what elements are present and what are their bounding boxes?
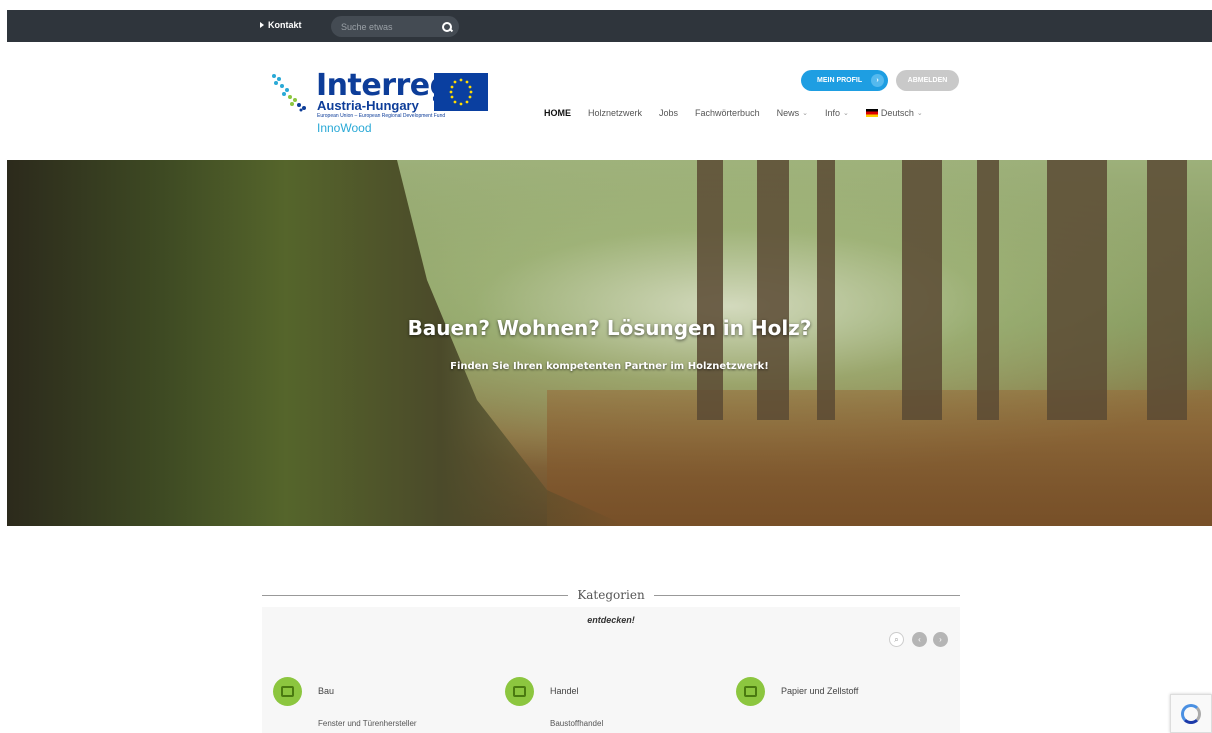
nav-label: Deutsch [880,108,914,118]
category-name[interactable]: Handel [550,686,579,696]
previous-arrow-icon[interactable]: ‹ [912,632,927,647]
tree-trunk [977,160,999,420]
next-arrow-icon[interactable]: › [933,632,948,647]
caret-right-icon [260,22,264,28]
divider [262,595,568,596]
categories-title: Kategorien [577,588,645,602]
nav-item-language[interactable]: Deutsch ⌄ [865,108,923,118]
categories-section: Kategorien entdecken! ⌕ ‹ › Bau Fenster … [262,585,960,733]
tree-trunk [902,160,942,420]
recaptcha-badge[interactable] [1170,694,1212,733]
logo-region: Austria-Hungary [317,98,419,113]
chevron-down-icon: ⌄ [842,110,849,117]
nav-item-news[interactable]: News ⌄ [777,108,808,118]
my-profile-label: MEIN PROFIL [817,77,863,84]
category-name[interactable]: Papier und Zellstoff [781,686,858,696]
nav-item-info[interactable]: Info ⌄ [825,108,849,118]
hero-title: Bauen? Wohnen? Lösungen in Holz? [407,316,812,340]
contact-label: Kontakt [268,20,302,30]
tree-trunk [697,160,723,420]
chevron-down-icon: ⌄ [916,110,923,117]
categories-subtitle: entdecken! [587,615,635,625]
logout-label: ABMELDEN [907,77,948,84]
german-flag-icon [865,109,878,117]
logo-eu-text: European Union – European Regional Devel… [317,113,446,119]
search-icon[interactable] [441,21,452,33]
nav-label: News [776,108,800,118]
forest-floor [547,390,1212,526]
nav-item-jobs[interactable]: Jobs [659,108,678,118]
laptop-icon [736,677,765,706]
nav-label: Info [824,108,840,118]
hero-banner: Bauen? Wohnen? Lösungen in Holz? Finden … [7,160,1212,526]
top-bar: Kontakt [7,10,1212,42]
category-subitem[interactable]: Baustoffhandel [550,719,603,728]
nav-label: Jobs [659,108,679,118]
main-nav: HOME Holznetzwerk Jobs Fachwörterbuch Ne… [544,108,940,118]
contact-link[interactable]: Kontakt [260,20,302,30]
category-name[interactable]: Bau [318,686,334,696]
logo-project: InnoWood [317,121,372,135]
category-subitem[interactable]: Fenster und Türenhersteller [318,719,417,728]
nav-label: Holznetzwerk [588,108,643,118]
search-box [331,16,459,37]
tree-trunk [1047,160,1107,420]
mossy-tree [7,160,627,526]
categories-panel: entdecken! ⌕ ‹ › Bau Fenster und Türenhe… [262,607,960,733]
divider [654,595,960,596]
chevron-down-icon: ⌄ [802,110,808,117]
zoom-icon[interactable]: ⌕ [889,632,904,647]
nav-item-home[interactable]: HOME [544,108,571,118]
nav-item-holznetzwerk[interactable]: Holznetzwerk [588,108,642,118]
recaptcha-icon [1181,703,1201,724]
eu-flag-icon [434,73,488,111]
hero-subtitle: Finden Sie Ihren kompetenten Partner im … [450,361,769,372]
my-profile-button[interactable]: MEIN PROFIL › [801,70,888,91]
chevron-right-icon: › [871,74,884,87]
search-input[interactable] [341,21,441,32]
site-logo[interactable]: Interreg Austria-Hungary European Union … [270,68,500,148]
tree-trunk [757,160,789,420]
tree-trunk [1147,160,1187,420]
tree-trunk [817,160,835,420]
logout-button[interactable]: ABMELDEN [896,70,959,91]
building-icon [273,677,302,706]
cart-icon [505,677,534,706]
interreg-dots-icon [272,74,306,112]
nav-item-fachwoerterbuch[interactable]: Fachwörterbuch [695,108,760,118]
nav-label: Fachwörterbuch [695,108,760,118]
nav-label: HOME [544,108,571,118]
